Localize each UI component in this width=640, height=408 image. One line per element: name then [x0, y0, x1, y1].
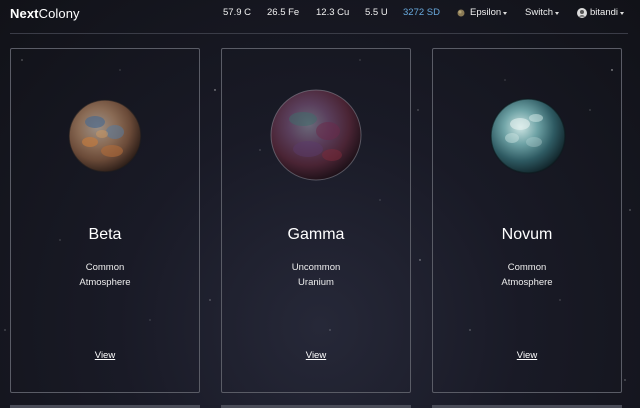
planet-name: Gamma [287, 226, 345, 243]
switch-dropdown[interactable]: Switch [525, 7, 559, 18]
resource-steem-dollars: 3272 SD [403, 7, 440, 18]
planet-selector-label: Epsilon [470, 7, 502, 18]
planet-type: Atmosphere [79, 277, 131, 288]
planet-selector-dropdown[interactable]: Epsilon [457, 7, 508, 18]
chevron-down-icon [620, 11, 624, 15]
chevron-down-icon [503, 11, 508, 15]
brand-bold: Next [10, 6, 39, 21]
top-navbar: NextColony 57.9 C 26.5 Fe 12.3 Cu 5.5 U … [0, 0, 640, 27]
resource-carbon: 57.9 C [223, 7, 251, 18]
planet-type: Uranium [298, 277, 334, 288]
header-divider [10, 33, 628, 34]
view-planet-link[interactable]: View [222, 350, 410, 361]
chevron-down-icon [554, 11, 559, 15]
planet-card-gamma: Gamma Uncommon Uranium View [221, 48, 411, 393]
planet-type: Atmosphere [501, 277, 553, 288]
planet-novum-image [490, 98, 566, 174]
resource-iron: 26.5 Fe [267, 7, 300, 18]
user-menu-dropdown[interactable]: bitandi [577, 7, 624, 18]
planet-card-novum: Novum Common Atmosphere View [432, 48, 622, 393]
brand-logo[interactable]: NextColony [10, 6, 80, 21]
planet-rarity: Common [85, 262, 125, 273]
user-menu-label: bitandi [590, 7, 618, 18]
planet-beta-image [68, 99, 142, 173]
resource-copper: 12.3 Cu [316, 7, 350, 18]
planet-name: Beta [88, 226, 122, 243]
switch-label: Switch [525, 7, 553, 18]
view-planet-link[interactable]: View [11, 350, 199, 361]
planet-rarity: Uncommon [291, 262, 341, 273]
avatar-icon [577, 7, 587, 18]
planet-card-beta: Beta Common Atmosphere View [10, 48, 200, 393]
planet-rarity: Common [507, 262, 547, 273]
resource-uranium: 5.5 U [365, 7, 388, 18]
planet-icon [457, 9, 465, 16]
brand-rest: Colony [38, 6, 80, 21]
planet-name: Novum [501, 226, 553, 243]
view-planet-link[interactable]: View [433, 350, 621, 361]
planet-gamma-image [270, 89, 362, 181]
